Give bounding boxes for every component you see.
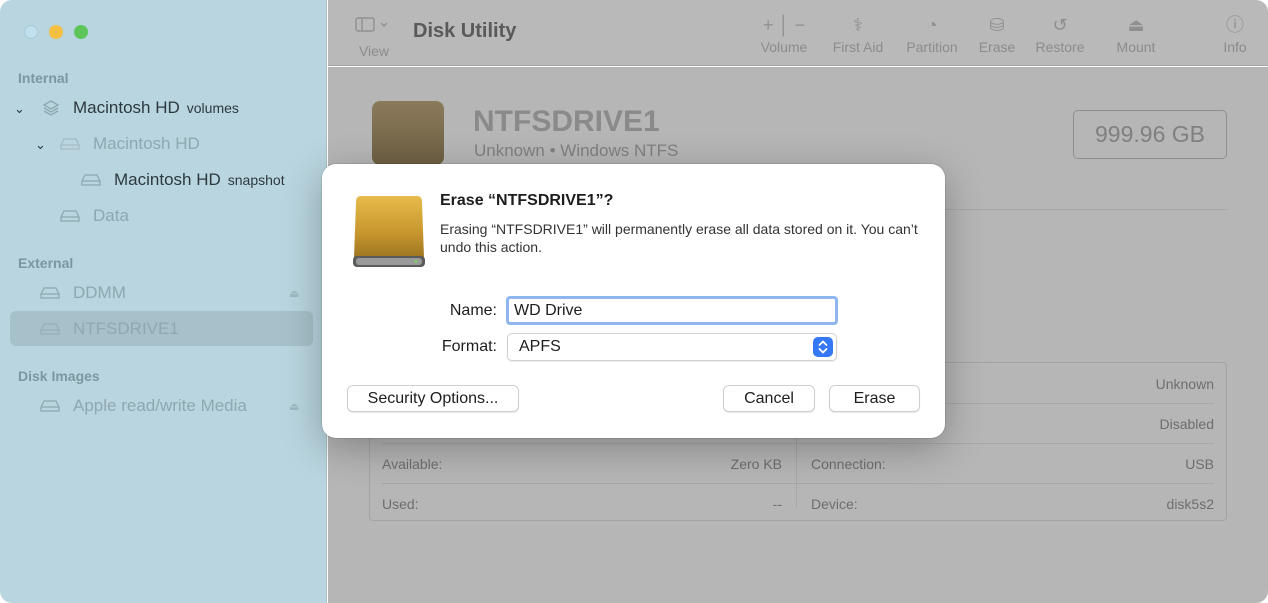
drive-icon bbox=[60, 138, 80, 150]
mount-label: Mount bbox=[1116, 39, 1156, 55]
divider bbox=[382, 483, 1214, 484]
first-aid-label: First Aid bbox=[832, 39, 884, 55]
eject-icon[interactable]: ⏏ bbox=[289, 287, 299, 300]
format-value: APFS bbox=[519, 338, 561, 355]
sidebar-item-apple-media[interactable]: Apple read/write Media bbox=[73, 389, 247, 423]
volume-button[interactable]: + │ − Volume bbox=[758, 12, 810, 55]
partition-label: Partition bbox=[906, 39, 958, 55]
cancel-button[interactable]: Cancel bbox=[723, 385, 815, 412]
disk-utility-window: Internal ⌄ Macintosh HD volumes ⌄ Macint… bbox=[0, 0, 1268, 603]
sidebar-item-label: Macintosh HD bbox=[73, 98, 180, 117]
window-controls bbox=[24, 25, 88, 39]
erase-label: Erase bbox=[978, 39, 1016, 55]
eject-icon[interactable]: ⏏ bbox=[289, 400, 299, 413]
sidebar: Internal ⌄ Macintosh HD volumes ⌄ Macint… bbox=[0, 0, 327, 603]
restore-button[interactable]: ↺ Restore bbox=[1032, 12, 1088, 55]
stethoscope-icon: ⚕ bbox=[853, 15, 863, 35]
sidebar-item-label: Data bbox=[93, 206, 129, 225]
drive-icon bbox=[60, 210, 80, 222]
erase-toolbar-button[interactable]: ⛁ Erase bbox=[975, 12, 1019, 55]
pie-icon: ◔ bbox=[926, 15, 938, 35]
volume-label: Volume bbox=[760, 39, 808, 55]
info-value: Disabled bbox=[1159, 416, 1214, 432]
up-down-chevron-icon bbox=[818, 340, 828, 354]
sidebar-item-sublabel: volumes bbox=[186, 100, 239, 116]
eraser-icon: ⛁ bbox=[989, 15, 1005, 35]
view-label: View bbox=[358, 43, 390, 59]
drive-icon bbox=[40, 287, 60, 299]
sidebar-item-data[interactable]: Data bbox=[93, 199, 129, 233]
minimize-window-button[interactable] bbox=[49, 25, 63, 39]
restore-label: Restore bbox=[1035, 39, 1085, 55]
mount-button[interactable]: ⏏ Mount bbox=[1111, 12, 1161, 55]
toolbar: View Disk Utility + │ − Volume ⚕ First A… bbox=[328, 0, 1268, 66]
mount-icon: ⏏ bbox=[1127, 15, 1145, 35]
sidebar-item-label: Macintosh HD bbox=[93, 134, 200, 153]
sidebar-item-label: Apple read/write Media bbox=[73, 396, 247, 415]
info-label: Info bbox=[1223, 39, 1247, 55]
close-window-button[interactable] bbox=[24, 25, 38, 39]
info-value: USB bbox=[1185, 456, 1214, 472]
erase-button[interactable]: Erase bbox=[829, 385, 920, 412]
drive-icon bbox=[81, 174, 101, 186]
capacity-badge: 999.96 GB bbox=[1073, 110, 1227, 159]
view-button[interactable]: View bbox=[354, 14, 394, 59]
chevron-down-icon[interactable]: ⌄ bbox=[35, 137, 46, 153]
drive-icon bbox=[40, 323, 60, 335]
sidebar-item-macintosh-hd-volumes[interactable]: Macintosh HD volumes bbox=[73, 91, 239, 125]
select-stepper[interactable] bbox=[813, 337, 833, 357]
sidebar-item-macintosh-hd[interactable]: Macintosh HD bbox=[93, 127, 200, 161]
info-label: Used: bbox=[382, 496, 419, 512]
info-label: Available: bbox=[382, 456, 443, 472]
info-label: Connection: bbox=[811, 456, 886, 472]
info-label: Device: bbox=[811, 496, 858, 512]
erase-dialog: Erase “NTFSDRIVE1”? Erasing “NTFSDRIVE1”… bbox=[322, 164, 945, 438]
format-select[interactable]: APFS bbox=[507, 333, 837, 361]
drive-large-icon bbox=[372, 101, 444, 165]
sidebar-toggle-icon bbox=[355, 17, 388, 32]
info-value: disk5s2 bbox=[1166, 496, 1214, 512]
sidebar-item-ntfsdrive1[interactable]: NTFSDRIVE1 bbox=[73, 312, 179, 346]
section-external: External bbox=[18, 255, 74, 271]
sidebar-item-label: Macintosh HD bbox=[114, 170, 221, 189]
disk-name: NTFSDRIVE1 bbox=[473, 105, 660, 138]
dialog-message: Erasing “NTFSDRIVE1” will permanently er… bbox=[440, 221, 918, 255]
security-options-button[interactable]: Security Options... bbox=[347, 385, 519, 412]
sidebar-item-sublabel: snapshot bbox=[227, 172, 285, 188]
partition-button[interactable]: ◔ Partition bbox=[902, 12, 962, 55]
disk-subtitle: Unknown • Windows NTFS bbox=[474, 141, 679, 160]
section-disk-images: Disk Images bbox=[18, 368, 100, 384]
divider bbox=[382, 443, 1214, 444]
info-icon: ⓘ bbox=[1226, 15, 1244, 35]
name-label: Name: bbox=[449, 302, 497, 319]
info-button[interactable]: ⓘ Info bbox=[1219, 12, 1251, 55]
info-value: -- bbox=[772, 496, 782, 512]
plus-minus-icon: + │ − bbox=[762, 15, 806, 35]
sidebar-item-macintosh-hd-snapshot[interactable]: Macintosh HD snapshot bbox=[114, 163, 285, 197]
restore-icon: ↺ bbox=[1052, 15, 1068, 35]
drive-icon bbox=[40, 400, 60, 412]
dialog-title: Erase “NTFSDRIVE1”? bbox=[440, 192, 614, 209]
chevron-down-icon[interactable]: ⌄ bbox=[14, 101, 25, 117]
sidebar-item-ddmm[interactable]: DDMM bbox=[73, 276, 126, 310]
info-value: Zero KB bbox=[730, 456, 782, 472]
sidebar-item-label: DDMM bbox=[73, 283, 126, 302]
app-title: Disk Utility bbox=[413, 20, 517, 42]
section-internal: Internal bbox=[18, 70, 69, 86]
name-input[interactable] bbox=[506, 296, 838, 325]
sidebar-item-label: NTFSDRIVE1 bbox=[73, 319, 179, 338]
layers-icon bbox=[42, 100, 60, 116]
first-aid-button[interactable]: ⚕ First Aid bbox=[828, 12, 888, 55]
external-drive-icon bbox=[353, 196, 425, 267]
info-value: Unknown bbox=[1155, 376, 1214, 392]
format-label: Format: bbox=[441, 338, 497, 355]
zoom-window-button[interactable] bbox=[74, 25, 88, 39]
